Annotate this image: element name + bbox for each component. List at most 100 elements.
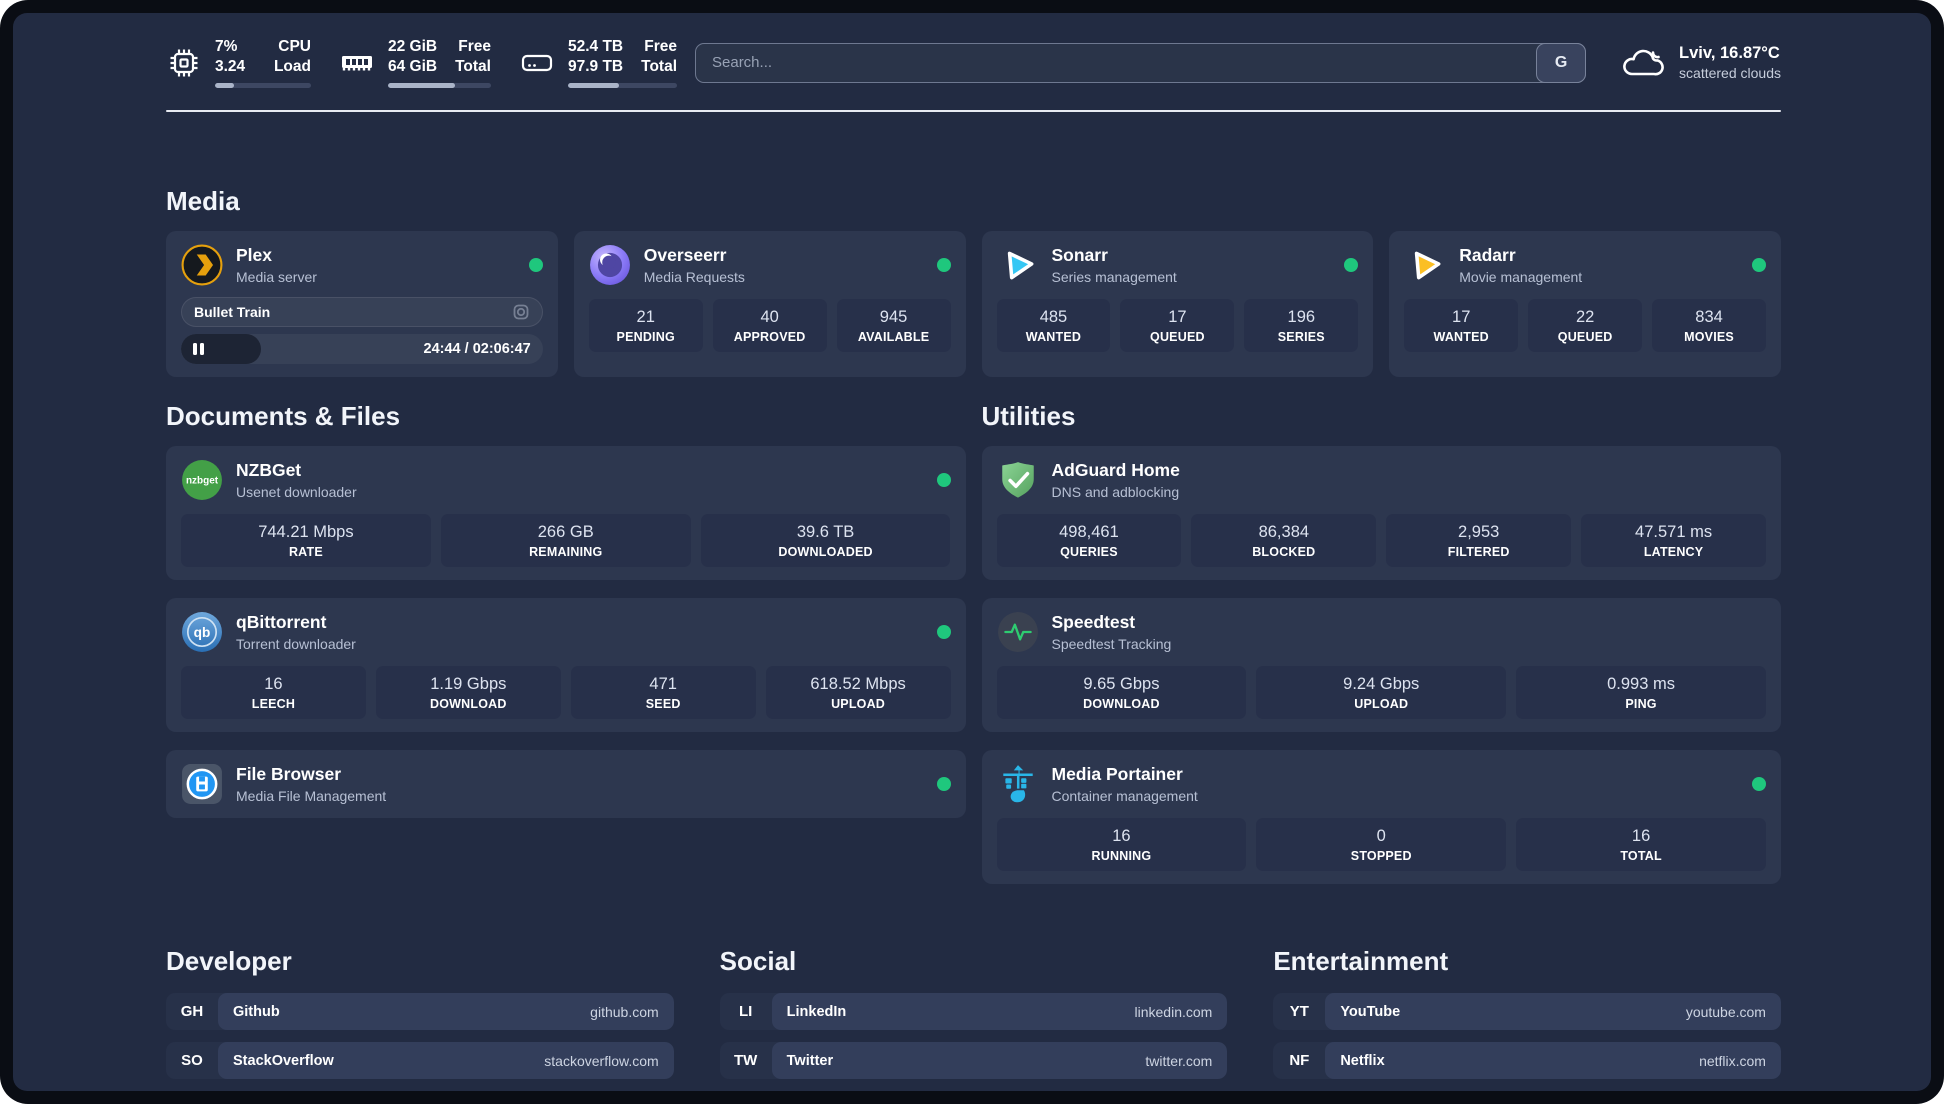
bookmark-name: StackOverflow bbox=[233, 1052, 334, 1069]
stat-total: 16 TOTAL bbox=[1516, 818, 1766, 872]
search-input[interactable] bbox=[695, 42, 1587, 83]
radarr-icon bbox=[1404, 244, 1446, 286]
cpu-stat: 7% 3.24 CPU Load bbox=[166, 37, 311, 89]
bookmark-name: YouTube bbox=[1340, 1003, 1401, 1020]
pause-icon[interactable] bbox=[193, 343, 204, 356]
speedtest-icon bbox=[997, 611, 1039, 653]
stat-remaining: 266 GB REMAINING bbox=[440, 514, 691, 568]
cpu-load-label: Load bbox=[273, 58, 311, 76]
search-engine-button[interactable]: G bbox=[1536, 42, 1587, 83]
disk-icon bbox=[519, 46, 555, 80]
bookmark-abbr: NF bbox=[1289, 1052, 1310, 1070]
window-frame: 7% 3.24 CPU Load 22 GiB 64 GiB Free Tota… bbox=[0, 0, 1944, 1104]
bookmark-name: LinkedIn bbox=[786, 1003, 847, 1020]
bookmark-abbr: GH bbox=[180, 1003, 204, 1021]
app-subtitle: DNS and adblocking bbox=[1051, 484, 1180, 501]
status-dot bbox=[936, 473, 951, 488]
app-subtitle: Container management bbox=[1051, 788, 1198, 805]
search-bar: G bbox=[695, 42, 1587, 83]
bookmark-group-entertainment: Entertainment YT YouTube youtube.com NF … bbox=[1273, 946, 1781, 1091]
app-card-filebrowser[interactable]: File Browser Media File Management bbox=[166, 750, 966, 819]
bookmark-twitter[interactable]: TW Twitter twitter.com bbox=[719, 1042, 1228, 1080]
stat-seed: 471 SEED bbox=[570, 666, 756, 720]
app-name: qBittorrent bbox=[236, 612, 327, 633]
app-card-radarr[interactable]: Radarr Movie management 17 WANTED 22 QUE… bbox=[1389, 231, 1781, 378]
bookmark-abbr: TW bbox=[733, 1052, 758, 1070]
app-name: Radarr bbox=[1459, 245, 1516, 266]
sonarr-icon bbox=[997, 244, 1039, 286]
ram-progress-track bbox=[388, 83, 491, 89]
stat-queued: 22 QUEUED bbox=[1528, 299, 1643, 353]
app-subtitle: Media Requests bbox=[643, 269, 745, 286]
stat-pending: 21 PENDING bbox=[588, 299, 703, 353]
app-card-plex[interactable]: Plex Media server Bullet Train 24:44 / 0… bbox=[166, 231, 558, 378]
bookmark-github[interactable]: GH Github github.com bbox=[166, 993, 674, 1031]
weather-condition: scattered clouds bbox=[1679, 65, 1781, 82]
stat-blocked: 86,384 BLOCKED bbox=[1191, 514, 1377, 568]
ram-free-value: 22 GiB bbox=[388, 38, 438, 55]
status-dot bbox=[1752, 258, 1766, 273]
app-card-nzbget[interactable]: nzbget NZBGet Usenet downloader 744.21 M… bbox=[166, 446, 966, 581]
nzbget-icon: nzbget bbox=[181, 459, 223, 501]
app-card-qbittorrent[interactable]: qb qBittorrent Torrent downloader 16 LEE… bbox=[166, 598, 966, 733]
stat-downloaded: 39.6 TB DOWNLOADED bbox=[700, 514, 951, 568]
player-time: 24:44 / 02:06:47 bbox=[423, 341, 531, 358]
disk-total-label: Total bbox=[641, 58, 677, 76]
svg-text:nzbget: nzbget bbox=[186, 476, 219, 487]
section-media: Media Plex Media server Bullet Train 24:… bbox=[166, 186, 1781, 378]
stat-latency: 47.571 ms LATENCY bbox=[1581, 514, 1766, 568]
now-playing-title: Bullet Train bbox=[194, 304, 271, 321]
developer-section-title: Developer bbox=[166, 946, 292, 977]
bookmark-url: youtube.com bbox=[1685, 1003, 1766, 1020]
bookmark-abbr: SO bbox=[181, 1052, 203, 1070]
social-section-title: Social bbox=[719, 946, 797, 977]
disk-progress-fill bbox=[567, 83, 620, 89]
bookmark-url: stackoverflow.com bbox=[544, 1052, 659, 1069]
stat-running: 16 RUNNING bbox=[996, 818, 1247, 872]
bookmark-linkedin[interactable]: LI LinkedIn linkedin.com bbox=[719, 993, 1228, 1031]
app-subtitle: Series management bbox=[1051, 269, 1177, 286]
stat-queries: 498,461 QUERIES bbox=[996, 514, 1182, 568]
documents-section-title: Documents & Files bbox=[166, 401, 401, 432]
app-name: Overseerr bbox=[643, 245, 727, 266]
stat-ping: 0.993 ms PING bbox=[1516, 666, 1766, 720]
app-subtitle: Media server bbox=[236, 269, 317, 286]
cpu-load-value: 3.24 bbox=[215, 58, 246, 76]
ram-icon bbox=[339, 46, 375, 80]
bookmark-group-social: Social LI LinkedIn linkedin.com TW Twitt… bbox=[719, 946, 1228, 1091]
bookmark-url: github.com bbox=[590, 1003, 659, 1020]
status-dot bbox=[936, 625, 951, 640]
app-name: Sonarr bbox=[1051, 245, 1108, 266]
disk-stat: 52.4 TB 97.9 TB Free Total bbox=[519, 37, 677, 89]
bookmark-url: twitter.com bbox=[1145, 1052, 1213, 1069]
app-card-overseerr[interactable]: Overseerr Media Requests 21 PENDING 40 A… bbox=[573, 231, 966, 378]
app-subtitle: Movie management bbox=[1459, 269, 1583, 286]
stat-approved: 40 APPROVED bbox=[712, 299, 827, 353]
bookmark-abbr: LI bbox=[738, 1003, 753, 1021]
bookmark-youtube[interactable]: YT YouTube youtube.com bbox=[1273, 993, 1781, 1031]
player-progress-row[interactable]: 24:44 / 02:06:47 bbox=[181, 334, 543, 365]
app-card-portainer[interactable]: Media Portainer Container management 16 … bbox=[981, 750, 1781, 885]
stat-queued: 17 QUEUED bbox=[1120, 299, 1235, 353]
bookmark-stackoverflow[interactable]: SO StackOverflow stackoverflow.com bbox=[166, 1042, 674, 1080]
stat-download: 9.65 Gbps DOWNLOAD bbox=[996, 666, 1247, 720]
stat-series: 196 SERIES bbox=[1244, 299, 1359, 353]
app-card-sonarr[interactable]: Sonarr Series management 485 WANTED 17 Q… bbox=[981, 231, 1374, 378]
status-dot bbox=[1752, 777, 1766, 792]
app-subtitle: Usenet downloader bbox=[236, 484, 357, 501]
stat-filtered: 2,953 FILTERED bbox=[1386, 514, 1572, 568]
now-playing-row: Bullet Train bbox=[181, 297, 543, 328]
disk-progress-track bbox=[567, 83, 677, 89]
stat-wanted: 17 WANTED bbox=[1404, 299, 1519, 353]
weather-widget[interactable]: Lviv, 16.87°C scattered clouds bbox=[1620, 44, 1781, 81]
bookmark-netflix[interactable]: NF Netflix netflix.com bbox=[1273, 1042, 1781, 1080]
app-name: Speedtest bbox=[1051, 612, 1136, 633]
ram-total-value: 64 GiB bbox=[388, 58, 438, 76]
bookmark-group-developer: Developer GH Github github.com SO StackO… bbox=[166, 946, 674, 1091]
header-divider bbox=[166, 110, 1781, 113]
app-card-adguard[interactable]: AdGuard Home DNS and adblocking 498,461 … bbox=[981, 446, 1781, 581]
ram-total-label: Total bbox=[455, 58, 491, 76]
app-card-speedtest[interactable]: Speedtest Speedtest Tracking 9.65 Gbps D… bbox=[981, 598, 1781, 733]
system-stats: 7% 3.24 CPU Load 22 GiB 64 GiB Free Tota… bbox=[166, 37, 677, 89]
weather-location-temp: Lviv, 16.87°C bbox=[1679, 44, 1780, 63]
